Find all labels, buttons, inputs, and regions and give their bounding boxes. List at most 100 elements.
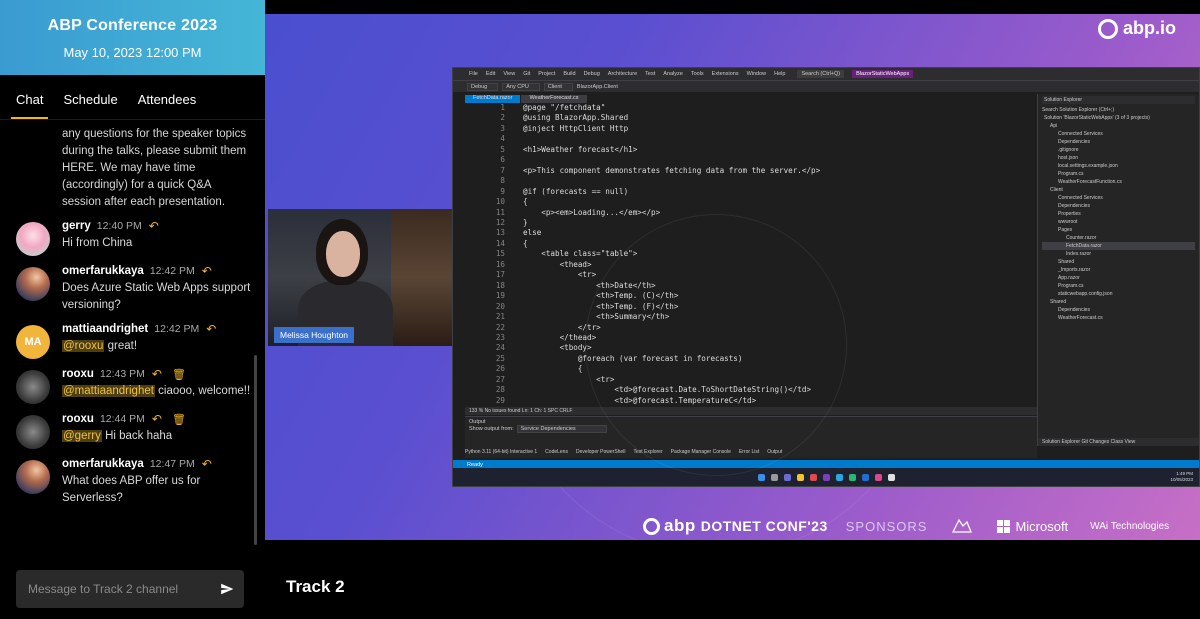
message-user: rooxu <box>62 413 94 425</box>
line-text: <td>@forecast.Date.ToShortDateString()</… <box>523 385 812 395</box>
avatar <box>16 460 50 494</box>
microsoft-logo-icon <box>997 519 1011 533</box>
line-number: 17 <box>495 270 505 280</box>
ide-search: Search (Ctrl+Q) <box>797 70 845 78</box>
avatar <box>16 415 50 449</box>
line-number: 22 <box>495 322 505 332</box>
line-text: @foreach (var forecast in forecasts) <box>523 353 743 363</box>
line-number: 4 <box>500 134 505 144</box>
output-tab: Package Manager Console <box>670 449 731 455</box>
line-text: <td>@forecast.TemperatureC</td> <box>523 395 757 405</box>
solution-item: Connected Services <box>1058 195 1103 201</box>
event-title: ABP Conference 2023 <box>47 17 218 34</box>
line-number: 19 <box>495 291 505 301</box>
line-text: @using BlazorApp.Shared <box>523 113 629 123</box>
line-text: <th>Date</th> <box>523 280 656 290</box>
code-line: 19 <th>Temp. (C)</th> <box>465 291 1025 301</box>
chat-scrollbar[interactable] <box>254 355 257 545</box>
message-text-body: great! <box>104 340 138 352</box>
trash-icon[interactable]: 🗑 <box>172 368 186 381</box>
solution-item: App.razor <box>1058 275 1080 281</box>
line-text: <p>This component demonstrates fetching … <box>523 165 821 175</box>
solution-item: Client <box>1050 187 1063 193</box>
code-line: 13 else <box>465 228 1025 238</box>
code-line: 15 <table class="table"> <box>465 249 1025 259</box>
reply-icon[interactable]: ↶ <box>152 412 162 426</box>
ide-project-select: Client <box>543 82 573 91</box>
windows-start-icon <box>757 473 765 481</box>
output-tab: CodeLens <box>545 449 568 455</box>
solution-item: Pages <box>1058 227 1073 233</box>
code-line: 11 <p><em>Loading...</em></p> <box>465 208 1025 218</box>
reply-icon[interactable]: ↶ <box>149 219 159 233</box>
code-line: 23 </thead> <box>465 333 1025 343</box>
solution-item: Dependencies <box>1058 307 1090 313</box>
output-tab: Test Explorer <box>633 449 663 455</box>
message-body: rooxu 12:44 PM ↶ 🗑 @gerry Hi back haha <box>62 412 251 449</box>
avatar: MA <box>16 325 50 359</box>
tab-chat[interactable]: Chat <box>10 75 50 119</box>
line-text: </tr> <box>523 322 601 332</box>
line-number: 23 <box>495 332 505 342</box>
output-tab: Python 3.11 (64-bit) Interactive 1 <box>465 449 538 455</box>
sidebar-tabs: Chat Schedule Attendees <box>0 75 265 120</box>
tab-schedule[interactable]: Schedule <box>63 75 117 119</box>
avatar <box>16 370 50 404</box>
message-text: Does Azure Static Web Apps support versi… <box>62 282 251 311</box>
chat-message: MA mattiaandrighet 12:42 PM ↶ @rooxu gre… <box>0 322 265 359</box>
abpio-logo: abp.io <box>1098 18 1176 39</box>
line-number: 16 <box>495 259 505 269</box>
message-body: omerfarukkaya 12:42 PM ↶ Does Azure Stat… <box>62 264 251 314</box>
send-icon[interactable] <box>220 582 234 596</box>
ide-menu-build: Build <box>563 71 576 77</box>
code-line: 3 @inject HttpClient Http <box>465 124 1025 134</box>
reply-icon[interactable]: ↶ <box>152 367 162 381</box>
tab-attendees[interactable]: Attendees <box>138 75 197 119</box>
message-body: gerry 12:40 PM ↶ Hi from China <box>62 219 251 256</box>
chat-feed[interactable]: any questions for the speaker topics dur… <box>0 120 265 552</box>
trash-icon[interactable]: 🗑 <box>172 413 186 426</box>
explorer-icon <box>796 473 804 481</box>
solution-item: Dependencies <box>1058 139 1090 145</box>
solution-item: Api <box>1050 123 1058 129</box>
ide-solution-name: BlazorStaticWebApps <box>852 70 914 78</box>
line-number: 14 <box>495 238 505 248</box>
message-text: Hi from China <box>62 237 133 249</box>
code-line: 4 <box>465 134 1025 144</box>
reply-icon[interactable]: ↶ <box>202 457 212 471</box>
line-number: 24 <box>495 343 505 353</box>
mention[interactable]: @gerry <box>62 430 102 442</box>
code-line: 5 <h1>Weather forecast</h1> <box>465 145 1025 155</box>
ide-menu-extensions: Extensions <box>711 71 739 77</box>
clock-date: 10/05/2023 <box>1170 477 1193 482</box>
ide-menu-analyze: Analyze <box>663 71 683 77</box>
video-stage[interactable]: abp.io Melissa Houghton File Edit View G… <box>265 14 1200 540</box>
app-icon <box>874 473 882 481</box>
taskbar-clock: 1:49 PM 10/05/2023 <box>1170 471 1193 483</box>
line-number: 3 <box>500 123 505 133</box>
mention[interactable]: @rooxu <box>62 340 105 352</box>
reply-icon[interactable]: ↶ <box>202 264 212 278</box>
ide-platform-select: Any CPU <box>502 82 540 91</box>
mention[interactable]: @mattiaandrighet <box>62 385 155 397</box>
speaker-webcam: Melissa Houghton <box>268 209 453 346</box>
sponsor-logo-figure <box>949 516 975 536</box>
message-input[interactable] <box>28 582 220 596</box>
chat-message: rooxu 12:43 PM ↶ 🗑 @mattiaandrighet ciao… <box>0 367 265 404</box>
solution-title: Solution Explorer <box>1042 96 1195 104</box>
message-time: 12:42 PM <box>149 265 195 277</box>
ide-menu-git: Git <box>523 71 531 77</box>
code-line: 8 <box>465 176 1025 186</box>
reply-icon[interactable]: ↶ <box>206 322 216 336</box>
message-body: rooxu 12:43 PM ↶ 🗑 @mattiaandrighet ciao… <box>62 367 251 404</box>
speaker-name-tag: Melissa Houghton <box>274 327 355 343</box>
line-number: 21 <box>495 312 505 322</box>
code-line: 27 <tr> <box>465 375 1025 385</box>
code-line: 9 @if (forecasts == null) <box>465 187 1025 197</box>
message-user: omerfarukkaya <box>62 458 144 470</box>
line-text: <th>Temp. (F)</th> <box>523 301 679 311</box>
solution-item: .gitignore <box>1058 147 1079 153</box>
speaker-face <box>326 231 360 277</box>
code-line: 7 <p>This component demonstrates fetching… <box>465 166 1025 176</box>
output-tab: Error List <box>738 449 760 455</box>
